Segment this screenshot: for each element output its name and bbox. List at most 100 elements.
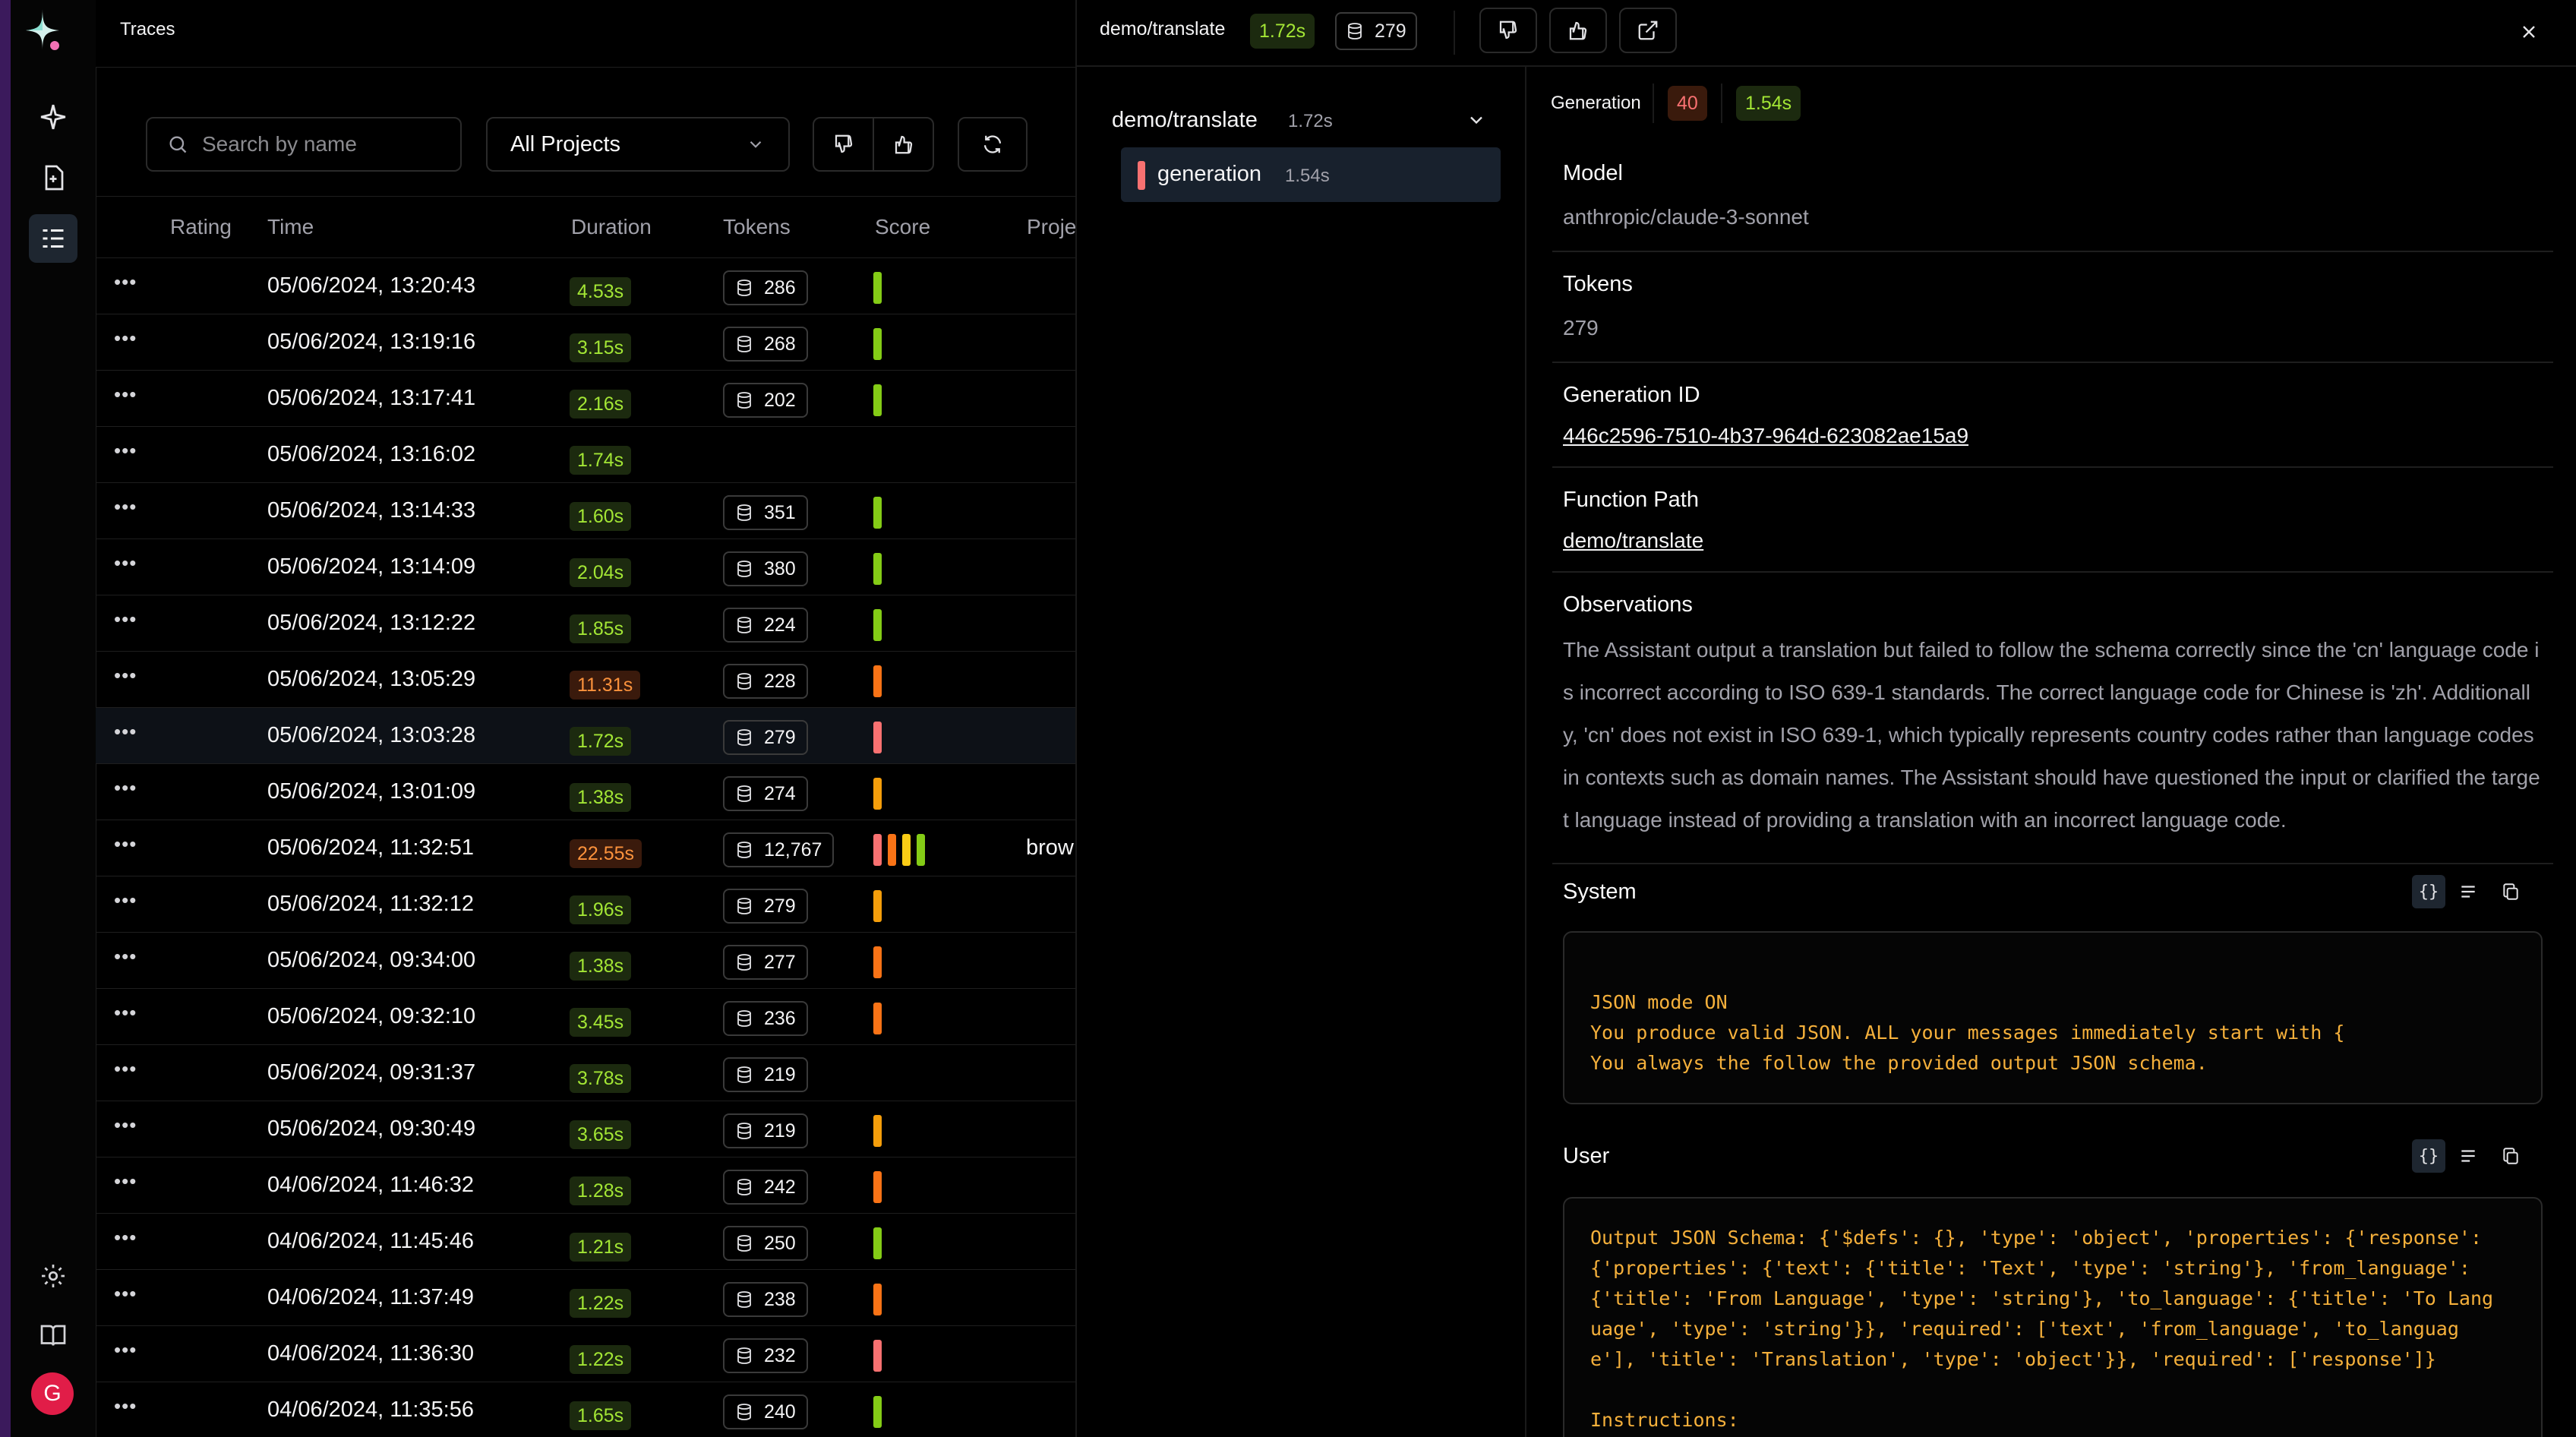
row-menu-button[interactable]: ••• bbox=[114, 1001, 137, 1025]
row-menu-button[interactable]: ••• bbox=[114, 551, 137, 575]
row-menu-button[interactable]: ••• bbox=[114, 1338, 137, 1362]
table-row[interactable]: ••• 05/06/2024, 13:05:29 11.31s 228 bbox=[96, 652, 1075, 708]
text-view-toggle[interactable] bbox=[2451, 1139, 2485, 1173]
sparkle-nav-icon[interactable] bbox=[29, 93, 77, 141]
row-score-bars bbox=[873, 1340, 882, 1372]
database-icon bbox=[735, 279, 753, 297]
row-tokens-badge: 380 bbox=[723, 551, 808, 586]
json-view-toggle[interactable]: {} bbox=[2412, 1139, 2445, 1173]
search-box[interactable] bbox=[146, 117, 462, 172]
table-row[interactable]: ••• 04/06/2024, 11:37:49 1.22s 238 bbox=[96, 1270, 1075, 1326]
row-menu-button[interactable]: ••• bbox=[114, 1226, 137, 1249]
row-tokens-value: 224 bbox=[764, 614, 796, 636]
database-icon bbox=[735, 1290, 753, 1309]
score-bar bbox=[873, 609, 882, 641]
table-row[interactable]: ••• 04/06/2024, 11:36:30 1.22s 232 bbox=[96, 1326, 1075, 1382]
table-row[interactable]: ••• 05/06/2024, 13:19:16 3.15s 268 bbox=[96, 314, 1075, 371]
table-row[interactable]: ••• 05/06/2024, 11:32:51 22.55s 12,767 brow bbox=[96, 820, 1075, 876]
copy-user-button[interactable] bbox=[2494, 1139, 2527, 1173]
table-row[interactable]: ••• 04/06/2024, 11:35:56 1.65s 240 bbox=[96, 1382, 1075, 1437]
database-icon bbox=[735, 616, 753, 634]
row-time: 05/06/2024, 13:20:43 bbox=[267, 273, 476, 298]
database-icon bbox=[735, 1122, 753, 1140]
open-external-button[interactable] bbox=[1619, 8, 1677, 53]
table-row[interactable]: ••• 05/06/2024, 09:31:37 3.78s 219 bbox=[96, 1045, 1075, 1101]
col-tokens[interactable]: Tokens bbox=[723, 215, 791, 239]
row-menu-button[interactable]: ••• bbox=[114, 1394, 137, 1418]
text-view-toggle[interactable] bbox=[2451, 875, 2485, 908]
row-menu-button[interactable]: ••• bbox=[114, 495, 137, 519]
table-row[interactable]: ••• 05/06/2024, 13:16:02 1.74s bbox=[96, 427, 1075, 483]
thumbs-up-filter-button[interactable] bbox=[874, 118, 933, 170]
json-view-toggle[interactable]: {} bbox=[2412, 875, 2445, 908]
row-menu-button[interactable]: ••• bbox=[114, 270, 137, 294]
function-path-link[interactable]: demo/translate bbox=[1563, 529, 1703, 553]
row-menu-button[interactable]: ••• bbox=[114, 1057, 137, 1081]
row-menu-button[interactable]: ••• bbox=[114, 608, 137, 631]
database-icon bbox=[735, 560, 753, 578]
thumbs-down-button[interactable] bbox=[1479, 8, 1537, 53]
thumbs-down-filter-button[interactable] bbox=[814, 118, 874, 170]
prompt-file-nav-icon[interactable] bbox=[29, 153, 77, 202]
table-row[interactable]: ••• 05/06/2024, 09:30:49 3.65s 219 bbox=[96, 1101, 1075, 1157]
row-menu-button[interactable]: ••• bbox=[114, 945, 137, 968]
row-menu-button[interactable]: ••• bbox=[114, 383, 137, 406]
function-path-section bbox=[1552, 468, 2553, 573]
col-time[interactable]: Time bbox=[267, 215, 314, 239]
row-duration-badge: 3.65s bbox=[570, 1120, 632, 1149]
row-duration-badge: 4.53s bbox=[570, 277, 632, 306]
row-duration-badge: 1.28s bbox=[570, 1176, 632, 1205]
score-bar bbox=[873, 1284, 882, 1315]
project-select[interactable]: All Projects bbox=[486, 117, 790, 172]
detail-score-badge: 40 bbox=[1668, 86, 1707, 121]
table-row[interactable]: ••• 04/06/2024, 11:46:32 1.28s 242 bbox=[96, 1157, 1075, 1214]
docs-book-icon[interactable] bbox=[29, 1311, 77, 1360]
row-menu-button[interactable]: ••• bbox=[114, 832, 137, 856]
row-menu-button[interactable]: ••• bbox=[114, 776, 137, 800]
col-project[interactable]: Proje bbox=[1027, 215, 1076, 239]
search-input[interactable] bbox=[202, 132, 445, 156]
row-time: 04/06/2024, 11:46:32 bbox=[267, 1173, 474, 1197]
table-row[interactable]: ••• 05/06/2024, 13:03:28 1.72s 279 bbox=[96, 708, 1075, 764]
tree-root-name[interactable]: demo/translate bbox=[1112, 108, 1258, 133]
table-row[interactable]: ••• 05/06/2024, 13:01:09 1.38s 274 bbox=[96, 764, 1075, 820]
copy-system-button[interactable] bbox=[2494, 875, 2527, 908]
table-row[interactable]: ••• 04/06/2024, 11:45:46 1.21s 250 bbox=[96, 1214, 1075, 1270]
user-avatar[interactable]: G bbox=[31, 1372, 74, 1415]
row-menu-button[interactable]: ••• bbox=[114, 327, 137, 350]
col-duration[interactable]: Duration bbox=[571, 215, 652, 239]
table-row[interactable]: ••• 05/06/2024, 13:17:41 2.16s 202 bbox=[96, 371, 1075, 427]
tree-item-generation[interactable]: generation 1.54s bbox=[1121, 147, 1501, 202]
row-menu-button[interactable]: ••• bbox=[114, 1282, 137, 1306]
row-menu-button[interactable]: ••• bbox=[114, 1113, 137, 1137]
row-menu-button[interactable]: ••• bbox=[114, 889, 137, 912]
row-menu-button[interactable]: ••• bbox=[114, 664, 137, 687]
detail-duration-badge: 1.54s bbox=[1736, 86, 1801, 121]
row-duration-badge: 1.65s bbox=[570, 1401, 632, 1430]
generation-id-link[interactable]: 446c2596-7510-4b37-964d-623082ae15a9 bbox=[1563, 424, 1968, 448]
table-row[interactable]: ••• 05/06/2024, 11:32:12 1.96s 279 bbox=[96, 876, 1075, 933]
table-row[interactable]: ••• 05/06/2024, 13:14:09 2.04s 380 bbox=[96, 539, 1075, 595]
refresh-button[interactable] bbox=[958, 117, 1028, 172]
col-score[interactable]: Score bbox=[875, 215, 930, 239]
table-row[interactable]: ••• 05/06/2024, 09:34:00 1.38s 277 bbox=[96, 933, 1075, 989]
row-menu-button[interactable]: ••• bbox=[114, 439, 137, 463]
table-row[interactable]: ••• 05/06/2024, 09:32:10 3.45s 236 bbox=[96, 989, 1075, 1045]
table-row[interactable]: ••• 05/06/2024, 13:12:22 1.85s 224 bbox=[96, 595, 1075, 652]
row-menu-button[interactable]: ••• bbox=[114, 720, 137, 744]
score-bar bbox=[873, 834, 882, 866]
row-duration-badge: 2.04s bbox=[570, 558, 632, 587]
tab-divider bbox=[1653, 84, 1654, 123]
table-row[interactable]: ••• 05/06/2024, 13:20:43 4.53s 286 bbox=[96, 258, 1075, 314]
settings-gear-icon[interactable] bbox=[29, 1252, 77, 1300]
row-menu-button[interactable]: ••• bbox=[114, 1170, 137, 1193]
close-panel-button[interactable] bbox=[2512, 15, 2546, 49]
traces-nav-icon[interactable] bbox=[29, 214, 77, 263]
tab-generation[interactable]: Generation bbox=[1551, 93, 1641, 114]
thumbs-up-button[interactable] bbox=[1549, 8, 1607, 53]
tree-collapse-chevron-icon[interactable] bbox=[1466, 109, 1487, 131]
app-logo[interactable] bbox=[20, 6, 64, 53]
table-row[interactable]: ••• 05/06/2024, 13:14:33 1.60s 351 bbox=[96, 483, 1075, 539]
row-tokens-value: 277 bbox=[764, 951, 796, 973]
col-rating[interactable]: Rating bbox=[170, 215, 232, 239]
